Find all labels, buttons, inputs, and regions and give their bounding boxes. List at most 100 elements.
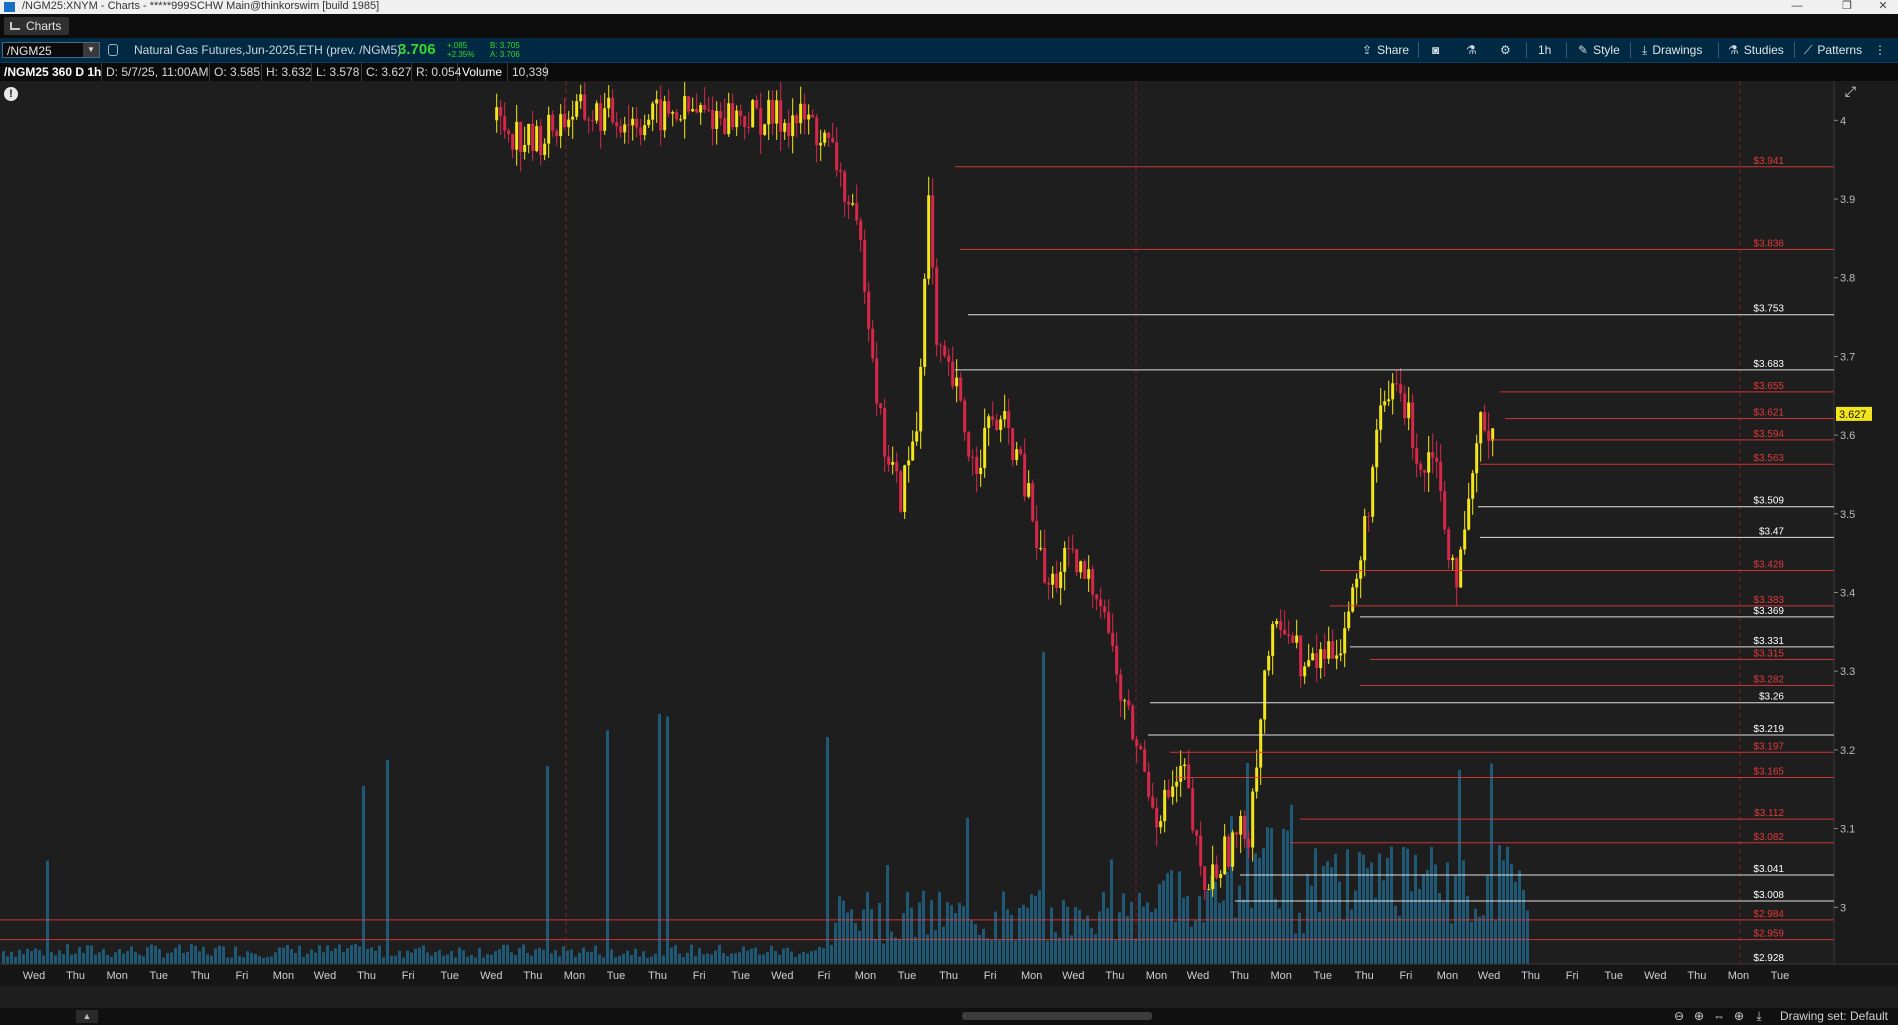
candle-body xyxy=(1147,771,1151,797)
volume-bar xyxy=(758,954,761,964)
volume-bar xyxy=(1114,940,1117,964)
volume-bar xyxy=(1022,904,1025,964)
volume-bar xyxy=(1014,940,1017,964)
zoom-out-icon[interactable]: ⊖ xyxy=(1670,1008,1688,1025)
price-level-label: $2.928 xyxy=(1753,953,1784,964)
candle-body xyxy=(819,142,823,146)
time-axis-label: Mon xyxy=(106,970,127,982)
candle-body xyxy=(847,201,851,205)
restore-button[interactable]: ❐ xyxy=(1834,0,1860,14)
candle-body xyxy=(1443,491,1447,530)
candle-body xyxy=(991,416,995,420)
volume-bar xyxy=(510,952,513,964)
candle-body xyxy=(859,220,863,241)
candle-body xyxy=(603,108,607,131)
alert-icon[interactable]: ! xyxy=(4,87,18,101)
time-axis-label: Tue xyxy=(898,970,917,982)
toolbar-more-button[interactable]: ⋮ xyxy=(1874,40,1891,60)
volume-bar xyxy=(130,946,133,964)
candle-body xyxy=(631,118,635,126)
candle-body xyxy=(495,107,499,121)
candle-body xyxy=(787,122,791,137)
volume-bar xyxy=(1330,867,1333,964)
time-axis-label: Thu xyxy=(357,970,376,982)
drawings-button[interactable]: ⤓ Drawings xyxy=(1642,40,1702,60)
candle-body xyxy=(711,109,715,129)
volume-bar xyxy=(1186,896,1189,964)
volume-bar xyxy=(430,955,433,964)
crosshair-icon[interactable]: ⤢ xyxy=(1845,83,1856,100)
tab-charts[interactable]: Charts xyxy=(4,17,70,35)
candle-body xyxy=(763,124,767,135)
price-level-label: $3.315 xyxy=(1753,648,1784,659)
volume-bar xyxy=(270,956,273,964)
candle-body xyxy=(1207,889,1211,891)
candle-body xyxy=(723,118,727,135)
volume-bar xyxy=(478,947,481,964)
candle-body xyxy=(555,130,559,137)
volume-bar xyxy=(1370,862,1373,964)
studies-button[interactable]: ⚗ Studies xyxy=(1728,40,1784,60)
candle-body xyxy=(1119,674,1123,701)
snapshot-button[interactable]: ◙ xyxy=(1432,40,1444,60)
horizontal-scrollbar[interactable] xyxy=(962,1012,1152,1020)
time-axis-label: Tue xyxy=(149,970,168,982)
zoom-in-icon[interactable]: ⊕ xyxy=(1690,1008,1708,1025)
up-arrow-icon[interactable]: ▲ xyxy=(76,1010,98,1023)
volume-bar xyxy=(786,947,789,964)
link-icon[interactable] xyxy=(108,44,118,56)
volume-bar xyxy=(474,957,477,964)
volume-bar xyxy=(1182,897,1185,964)
info-volume-value: 10,339 xyxy=(508,63,549,81)
volume-bar xyxy=(530,955,533,964)
share-button[interactable]: ⇪ Share xyxy=(1362,40,1409,60)
candle-body xyxy=(791,115,795,137)
candle-body xyxy=(815,117,819,146)
volume-bar xyxy=(1018,907,1021,964)
volume-bar xyxy=(1498,845,1501,964)
volume-bar xyxy=(246,951,249,964)
flask-button[interactable]: ⚗ xyxy=(1466,40,1482,60)
style-button[interactable]: ✎ Style xyxy=(1578,40,1620,60)
candle-body xyxy=(1179,766,1183,782)
volume-bar xyxy=(1050,907,1053,964)
volume-bar xyxy=(1286,830,1289,964)
symbol-input[interactable]: /NGM25 ▼ xyxy=(2,42,100,58)
settings-button[interactable]: ⚙ xyxy=(1500,40,1516,60)
change-percent: +2.35% xyxy=(447,50,475,59)
window-titlebar: /NGM25:XNYM - Charts - *****999SCHW Main… xyxy=(0,0,1898,14)
candle-body xyxy=(1291,635,1295,643)
volume-bar xyxy=(910,907,913,964)
time-axis-label: Mon xyxy=(1021,970,1042,982)
candle-body xyxy=(1455,557,1459,588)
bid-price: B: 3.705 xyxy=(490,41,520,50)
volume-bar xyxy=(1146,902,1149,964)
change-stack: +.085 +2.35% xyxy=(447,41,474,59)
candle-body xyxy=(1375,429,1379,468)
time-axis-label: Mon xyxy=(855,970,876,982)
pan-icon[interactable]: ⇔ xyxy=(1710,1008,1728,1025)
symbol-dropdown-icon[interactable]: ▼ xyxy=(83,43,99,57)
candle-body xyxy=(839,170,843,172)
price-chart[interactable]: 4 3.9 3.8 3.7 3.6 3.5 3.4 3.3 3.2 3.1 3 $3.941 $3.83… xyxy=(0,81,1898,986)
chart-canvas[interactable]: 4 3.9 3.8 3.7 3.6 3.5 3.4 3.3 3.2 3.1 3 $3.941 $3.83… xyxy=(0,81,1898,986)
close-button[interactable]: ✕ xyxy=(1870,0,1896,14)
crosshair-toggle-icon[interactable]: ⊕ xyxy=(1730,1008,1748,1025)
timeframe-button[interactable]: 1h xyxy=(1538,40,1551,60)
patterns-button[interactable]: ⟋ Patterns xyxy=(1804,40,1862,60)
price-level-label: $3.282 xyxy=(1753,674,1784,685)
candle-body xyxy=(1203,866,1207,891)
volume-bar xyxy=(370,947,373,964)
y-tick-label: 3.2 xyxy=(1840,745,1855,757)
volume-bar xyxy=(602,957,605,964)
volume-bar xyxy=(1438,892,1441,964)
candle-body xyxy=(1415,448,1419,464)
minimize-button[interactable]: — xyxy=(1784,0,1810,14)
drawing-set-icon[interactable]: ⤓ xyxy=(1750,1008,1768,1025)
candle-body xyxy=(1311,653,1315,661)
candle-body xyxy=(923,278,927,367)
volume-bar xyxy=(74,953,77,964)
volume-bar xyxy=(1138,892,1141,964)
candle-body xyxy=(807,114,811,120)
candle-body xyxy=(643,125,647,136)
